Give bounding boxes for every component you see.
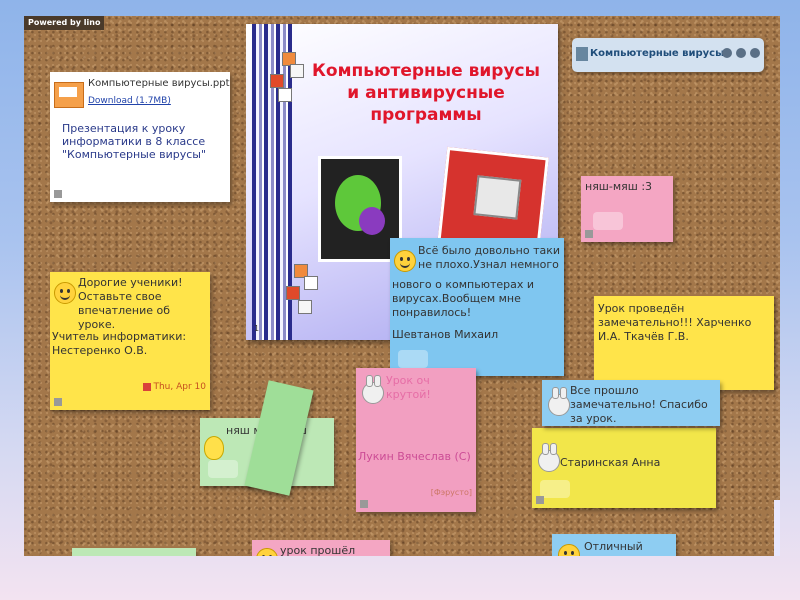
note-tag: [Фэрусто] [430,488,472,497]
decor-square [304,276,318,290]
decor-square [270,74,284,88]
note-text: Всё было довольно таки не плохо.Узнал не… [418,244,561,271]
board-title-widget[interactable]: Компьютерные вирусы [572,38,764,72]
smiley-icon [394,250,416,272]
bunny-icon [538,443,560,472]
note-author: Шевтанов Михаил [392,328,499,341]
powered-by-label: Powered by lino [24,16,105,30]
sticky-note-green-bottom[interactable] [72,548,196,556]
note-text: Старинская Анна [560,456,661,469]
board-title: Компьютерные вирусы [590,48,725,59]
smiley-icon [54,282,76,304]
note-text: Отличный урок! [584,540,643,556]
teacher-signature: Учитель информатики: Нестеренко О.В. [52,330,187,357]
sticky-note-teacher[interactable]: Дорогие ученики! Оставьте свое впечатлен… [50,272,210,410]
power-icon[interactable] [736,48,746,58]
note-text: Все прошло замечательно! Спасибо за урок… [570,384,708,425]
file-description: Презентация к уроку информатики в 8 клас… [62,122,207,161]
sticky-note-pink-center[interactable]: Урок оч крутой! Лукин Вячеслав (С) [Фэру… [356,368,476,512]
gear-icon[interactable] [750,48,760,58]
note-author: Лукин Вячеслав (С) [358,450,471,463]
note-text: Урок оч крутой! [386,374,431,401]
sticky-note-yellow-right[interactable]: Урок проведён замечательно!!! Харченко И… [594,296,774,390]
sticky-note-yellow-lower[interactable]: Старинская Анна [532,428,716,508]
note-text: няш-мяш :3 [585,180,653,193]
smiley-icon [558,544,580,556]
decor-square [278,88,292,102]
note-corner-icon [54,190,62,198]
note-corner-icon [536,496,544,504]
decor-square [286,286,300,300]
sticky-note-blue[interactable]: Всё было довольно таки не плохо.Узнал не… [390,238,564,376]
chick-icon [204,436,224,460]
slide-page-number: 1 [254,324,260,333]
bunny-icon [548,387,570,416]
sticky-note-pink-bottom[interactable]: урок прошёл [252,540,390,556]
help-icon[interactable] [722,48,732,58]
bunny-icon [362,375,384,404]
sticky-note-pink[interactable]: няш-мяш :3 [581,176,673,242]
note-corner-icon [585,230,593,238]
sticky-note-blue-bottom[interactable]: Отличный урок! [552,534,676,556]
sticky-note-blue-right[interactable]: Все прошло замечательно! Спасибо за урок… [542,380,720,426]
calendar-icon [143,382,152,391]
smiley-icon [256,548,278,556]
scrollbar[interactable] [774,500,780,556]
note-corner-icon [360,500,368,508]
download-link[interactable]: Download (1.7MB) [88,96,171,106]
note-text: Дорогие ученики! Оставьте свое впечатлен… [78,276,183,331]
ppt-file-icon [54,82,84,108]
cork-board: Powered by lino Компьютерные вирусы.ppt … [24,16,780,556]
decor-square [290,64,304,78]
document-note[interactable]: Компьютерные вирусы.ppt Download (1.7MB)… [50,72,230,202]
slide-title: Компьютерные вирусы и антивирусные прогр… [312,61,540,125]
board-icon [576,47,588,61]
note-text-continued: нового о компьютерах и вирусах.Вообщем м… [392,278,535,319]
file-name: Компьютерные вирусы.ppt [88,78,230,89]
note-date: Thu, Apr 10 [143,382,206,392]
note-text: Урок проведён замечательно!!! Харченко И… [598,302,752,343]
note-text: урок прошёл [280,544,356,556]
note-corner-icon [54,398,62,406]
